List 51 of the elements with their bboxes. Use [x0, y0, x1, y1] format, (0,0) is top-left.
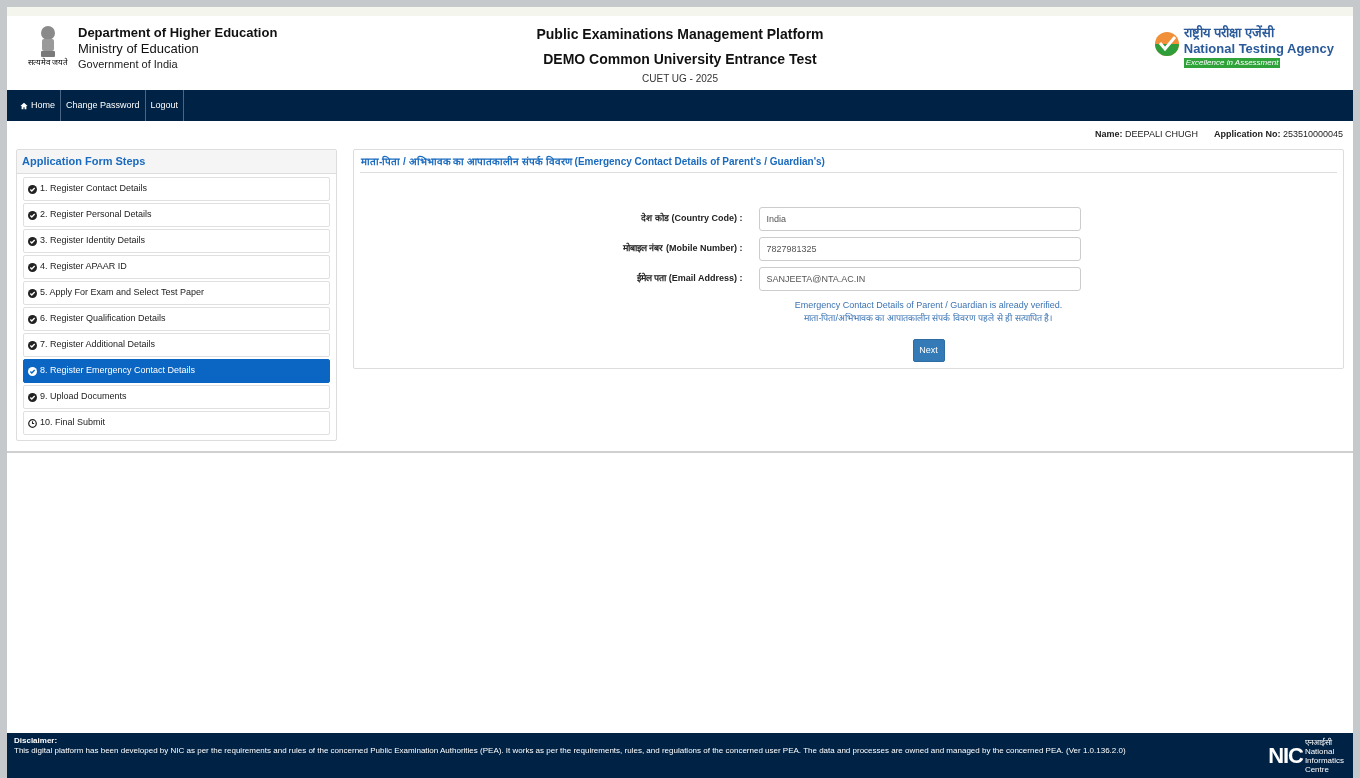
- disclaimer-text: This digital platform has been developed by NIC as per the requirements and rules of the concerned Public Examination Authorities (PEA). It works as per the requirements, rules, and regulations of the concerned user PEA. The data and processes are owned and managed by the concerned PEA. (Ver 1.0.136.2.0): [14, 746, 1127, 756]
- applicant-name: Name: DEEPALI CHUGH: [1095, 128, 1198, 142]
- check-circle-icon: [28, 184, 37, 194]
- input-field[interactable]: India: [758, 207, 1081, 231]
- step-item[interactable]: 7. Register Additional Details: [23, 333, 330, 357]
- verified-notice: Emergency Contact Details of Parent / Guardian is already verified.: [794, 299, 1063, 312]
- agency-name: National Testing Agency: [1183, 41, 1334, 58]
- step-item[interactable]: 2. Register Personal Details: [23, 203, 330, 227]
- disclaimer-title: Disclaimer:: [14, 736, 59, 746]
- field-label: देश कोड (Country Code) :: [640, 212, 744, 226]
- agency-tagline: Excellence in Assessment: [1183, 57, 1281, 68]
- field-label: ईमेल पता (Email Address) :: [635, 272, 744, 286]
- nav-link[interactable]: Logout: [145, 90, 185, 121]
- home-icon: [20, 101, 28, 110]
- step-item[interactable]: 4. Register APAAR ID: [23, 255, 330, 279]
- input-field[interactable]: 7827981325: [758, 237, 1081, 261]
- agency-hindi-name: राष्ट्रीय परीक्षा एजेंसी: [1183, 25, 1276, 42]
- check-circle-icon: [28, 314, 37, 324]
- nav-link[interactable]: Change Password: [61, 90, 146, 121]
- nav-link[interactable]: Home: [15, 90, 61, 121]
- step-item[interactable]: 8. Register Emergency Contact Details: [23, 359, 330, 383]
- field-label: मोबाइल नंबर (Mobile Number) :: [621, 242, 744, 256]
- check-circle-icon: [28, 210, 37, 220]
- step-item[interactable]: 9. Upload Documents: [23, 385, 330, 409]
- emblem-motto: सत्यमेव जयते: [27, 59, 69, 67]
- step-item[interactable]: 3. Register Identity Details: [23, 229, 330, 253]
- check-circle-icon: [28, 392, 37, 402]
- emblem-icon: [38, 25, 58, 59]
- check-circle-logo-icon: [1153, 31, 1180, 57]
- step-item[interactable]: 10. Final Submit: [23, 411, 330, 435]
- check-circle-icon: [28, 366, 37, 376]
- ministry-name: Ministry of Education: [78, 41, 200, 58]
- department-name: Department of Higher Education: [78, 25, 278, 42]
- check-circle-icon: [28, 288, 37, 298]
- check-circle-icon: [28, 236, 37, 246]
- next-button[interactable]: Next: [912, 339, 945, 362]
- step-item[interactable]: 5. Apply For Exam and Select Test Paper: [23, 281, 330, 305]
- clock-icon: [28, 418, 37, 428]
- step-item[interactable]: 1. Register Contact Details: [23, 177, 330, 201]
- exam-title: DEMO Common University Entrance Test: [543, 50, 817, 68]
- check-circle-icon: [28, 262, 37, 272]
- panel-title: Application Form Steps: [22, 154, 146, 170]
- verified-notice: माता-पिता/अभिभावक का आपातकालीन संपर्क विवरण पहले से ही सत्यापित है।: [804, 312, 1053, 325]
- application-number: Application No: 253510000045: [1213, 128, 1343, 142]
- input-field[interactable]: SANJEETA@NTA.AC.IN: [758, 267, 1081, 291]
- check-circle-icon: [28, 340, 37, 350]
- form-title: माता-पिता / अभिभावक का आपातकालीन संपर्क विवरण (Emergency Contact Details of Parent's / Guardian's): [361, 154, 825, 169]
- step-item[interactable]: 6. Register Qualification Details: [23, 307, 330, 331]
- government-name: Government of India: [78, 57, 179, 72]
- session-label: CUET UG - 2025: [642, 72, 718, 86]
- platform-title: Public Examinations Management Platform: [536, 25, 824, 43]
